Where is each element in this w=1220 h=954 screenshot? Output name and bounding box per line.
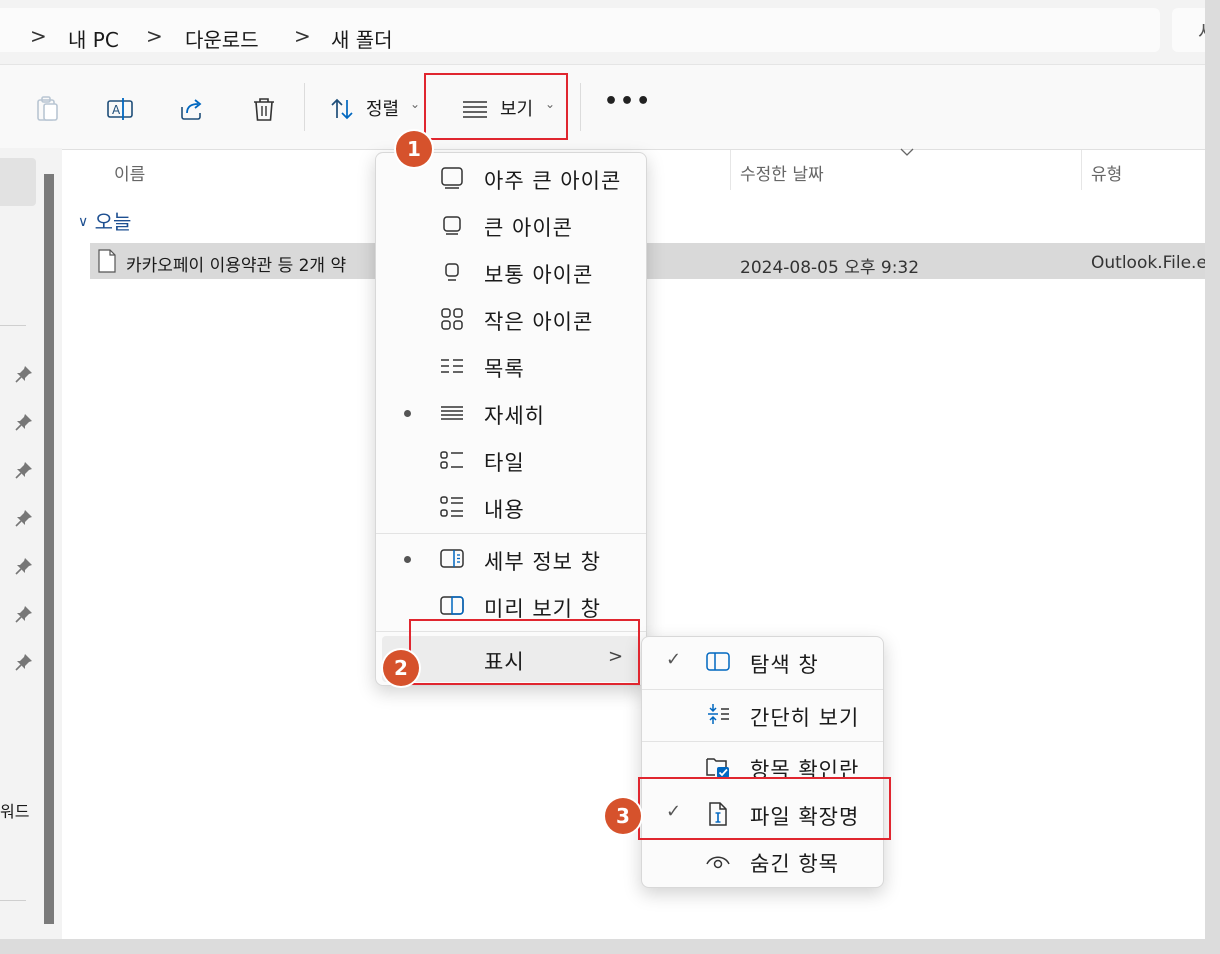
paste-button[interactable] [28,89,68,129]
breadcrumb-separator: > [146,24,163,48]
column-divider[interactable] [1081,150,1082,190]
list-icon [441,359,463,373]
tiles-icon [440,451,463,469]
menu-item-compact-view[interactable]: 간단히 보기 [642,692,883,738]
step-badge-1: 1 [396,131,432,167]
search-box-text: 새 [1198,16,1205,45]
large-icons-icon [443,216,461,235]
menu-item-large-icons[interactable]: 큰 아이콘 [376,202,646,248]
file-explorer-window: > 내 PC > 다운로드 > 새 폴더 새 A 정렬 ⌄ [0,0,1205,939]
chevron-down-icon: ∨ [78,214,89,230]
address-bar[interactable]: > 내 PC > 다운로드 > 새 폴더 [0,8,1160,52]
delete-button[interactable] [244,89,284,129]
menu-item-details-pane[interactable]: 세부 정보 창 [376,536,646,582]
more-options-button[interactable]: ••• [604,89,652,114]
column-header-name[interactable]: 이름 [114,160,145,185]
step-badge-3: 3 [605,798,641,834]
menu-item-medium-icons[interactable]: 보통 아이콘 [376,249,646,295]
menu-item-content[interactable]: 내용 [376,484,646,530]
compact-view-icon [708,704,729,724]
file-name: 카카오페이 이용약관 등 2개 약 [126,256,347,276]
sort-button[interactable] [322,89,362,129]
sort-chevron-icon [900,148,914,156]
highlight-show-item [409,619,640,685]
menu-item-hidden-items[interactable]: 숨긴 항목 [642,838,883,884]
menu-divider [642,741,883,742]
navigation-pane: 워드 [0,148,62,939]
share-icon [181,99,202,120]
step-badge-2: 2 [383,650,419,686]
command-bar: A 정렬 ⌄ 보기 ⌄ ••• [0,64,1205,150]
pin-icon[interactable] [14,364,34,384]
menu-item-tiles[interactable]: 타일 [376,437,646,483]
search-box[interactable]: 새 [1172,8,1205,52]
pin-icon[interactable] [14,460,34,480]
hidden-items-icon [706,856,730,869]
small-icons-icon [441,308,463,330]
file-date: 2024-08-05 오후 9:32 [740,258,920,278]
preview-pane-icon [440,596,464,615]
extra-large-icons-icon [441,167,463,189]
menu-item-details[interactable]: 자세히 [376,390,646,436]
menu-item-small-icons[interactable]: 작은 아이콘 [376,296,646,342]
details-icon [441,406,463,420]
address-area: > 내 PC > 다운로드 > 새 폴더 새 [0,0,1205,64]
toolbar-divider [304,83,305,131]
breadcrumb-new-folder[interactable]: 새 폴더 [331,24,393,53]
file-icon [98,249,116,273]
sort-icon [331,98,353,120]
breadcrumb-separator: > [294,24,311,48]
selected-bullet-icon [404,556,411,563]
paste-icon [37,96,58,121]
svg-text:A: A [112,103,121,117]
content-icon [440,496,463,517]
screen-edge [0,939,1220,954]
show-submenu: ✓ 탐색 창 간단히 보기 항목 확인란 ✓ 파일 확장명 숨긴 항목 [641,636,884,888]
trash-icon [254,98,274,121]
column-header-date[interactable]: 수정한 날짜 [740,160,824,185]
pin-icon[interactable] [14,508,34,528]
breadcrumb-downloads[interactable]: 다운로드 [185,24,259,53]
nav-scrollbar[interactable] [44,174,54,924]
view-menu: 아주 큰 아이콘 큰 아이콘 보통 아이콘 작은 아이콘 목록 자세히 타일 내… [375,152,647,686]
highlight-view-button [424,73,568,140]
nav-divider [0,900,26,901]
column-header-type[interactable]: 유형 [1091,160,1122,185]
menu-divider [376,533,646,534]
column-divider[interactable] [730,150,731,190]
pin-icon[interactable] [14,556,34,576]
rename-icon: A [107,98,133,120]
highlight-file-extensions [638,777,891,840]
selected-bullet-icon [404,410,411,417]
menu-divider [642,689,883,690]
nav-divider [0,325,26,326]
menu-item-list[interactable]: 목록 [376,343,646,389]
details-pane-icon [440,549,464,568]
file-type: Outlook.File.eml [1091,253,1205,273]
group-header-today[interactable]: ∨ 오늘 [78,206,131,235]
toolbar-divider [580,83,581,131]
nav-item-label[interactable]: 워드 [0,798,29,822]
sort-label: 정렬 [366,99,400,120]
breadcrumb-my-pc[interactable]: 내 PC [68,24,119,53]
file-row[interactable]: 카카오페이 이용약관 등 2개 약 2024-08-05 오후 9:32 Out… [90,243,1205,279]
menu-item-navigation-pane[interactable]: ✓ 탐색 창 [642,639,883,685]
share-button[interactable] [172,89,212,129]
checkmark-icon: ✓ [666,649,682,670]
medium-icons-icon [445,263,459,281]
item-checkboxes-icon [706,758,729,778]
pin-icon[interactable] [14,604,34,624]
navigation-pane-icon [706,652,730,671]
chevron-down-icon: ⌄ [410,97,421,111]
rename-button[interactable]: A [100,89,140,129]
screen-edge [1205,0,1220,954]
pin-icon[interactable] [14,652,34,672]
nav-selected-item[interactable] [0,158,36,206]
group-label: 오늘 [94,210,132,234]
pin-icon[interactable] [14,412,34,432]
breadcrumb-separator: > [30,24,47,48]
